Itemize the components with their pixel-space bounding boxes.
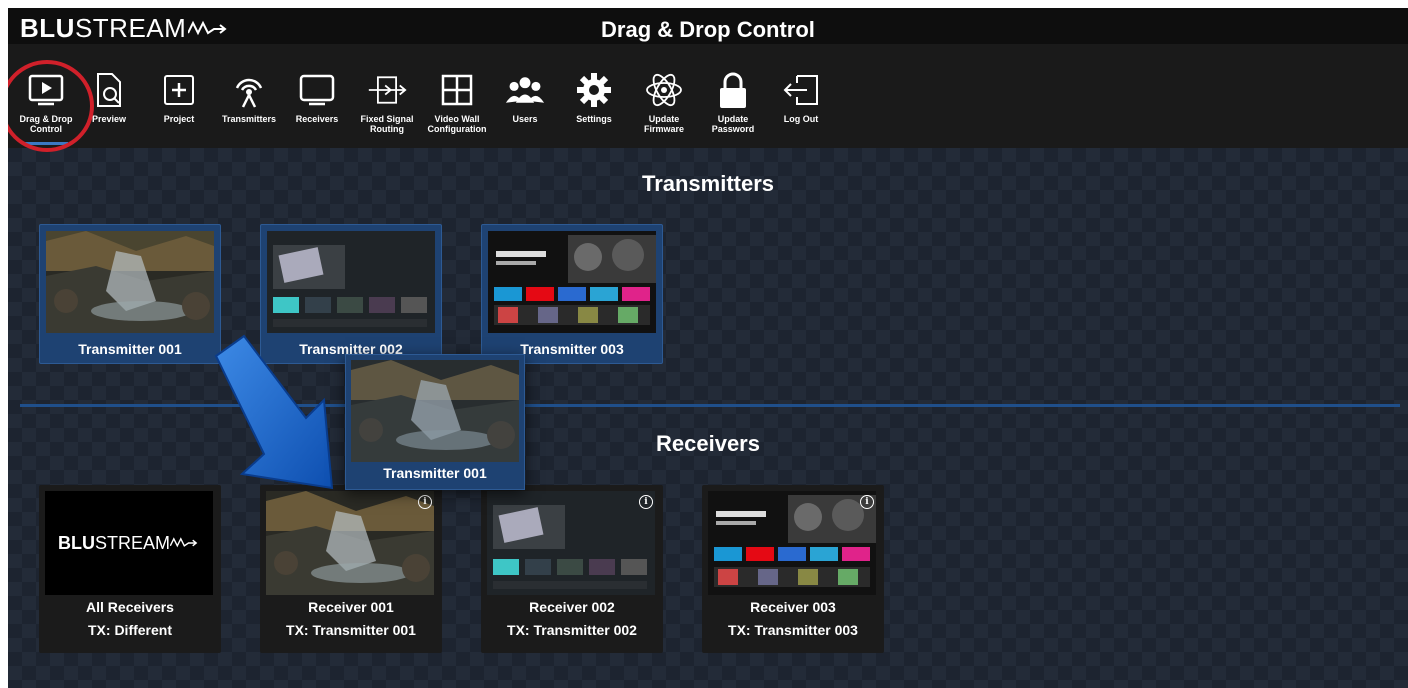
tv-menu-thumbnail [487,491,655,595]
waterfall-thumbnail [46,231,214,333]
document-search-icon [89,70,129,110]
info-icon[interactable]: i [639,495,653,509]
page-title: Drag & Drop Control [601,17,815,42]
streaming-home-thumbnail [488,231,656,333]
receiver-source: TX: Transmitter 001 [286,622,416,638]
tool-log-out[interactable]: Log Out [766,70,836,148]
play-screen-icon [26,70,66,110]
grid-icon [437,70,477,110]
tool-settings[interactable]: Settings [559,70,629,148]
users-icon [505,70,545,110]
receiver-card[interactable]: i Receiver 003 TX: Transmitter 003 [702,485,884,653]
tool-label: Settings [576,114,612,124]
tool-label: Receivers [295,114,339,124]
transmitter-card[interactable]: Transmitter 003 [481,224,663,364]
tool-label: Fixed Signal Routing [360,114,414,134]
tool-transmitters[interactable]: Transmitters [214,70,284,148]
receiver-name: All Receivers [86,599,174,615]
receivers-heading: Receivers [656,431,760,456]
title-bar: BLU STREAM Drag & Drop Control [8,8,1408,44]
atom-icon [644,70,684,110]
transmitters-heading: Transmitters [641,171,775,196]
receiver-card-all[interactable]: BLU STREAM All Receivers TX: Different [39,485,221,653]
tool-drag-drop-control[interactable]: Drag & Drop Control [11,70,81,148]
receiver-source: TX: Transmitter 003 [728,622,858,638]
transmitter-name: Transmitter 001 [78,341,182,357]
receiver-card[interactable]: i Receiver 002 TX: Transmitter 002 [481,485,663,653]
tool-preview[interactable]: Preview [74,70,144,148]
section-divider [20,404,1400,407]
tool-receivers[interactable]: Receivers [282,70,352,148]
transmitter-card[interactable]: Transmitter 001 [39,224,221,364]
waterfall-thumbnail [266,491,434,595]
logout-icon [781,70,821,110]
info-icon[interactable]: i [418,495,432,509]
transmitter-card[interactable]: Transmitter 002 [260,224,442,364]
brand-light: STREAM [94,532,170,553]
gear-icon [574,70,614,110]
dragging-transmitter-name: Transmitter 001 [383,465,487,481]
tool-label: Project [163,114,195,124]
tool-label: Video Wall Configuration [427,114,487,134]
lock-icon [713,70,753,110]
active-tool-indicator [24,142,68,145]
tool-label: Update Firmware [643,114,685,134]
receiver-name: Receiver 002 [529,599,615,615]
dragging-transmitter-card[interactable]: Transmitter 001 [345,354,525,490]
receiver-source: TX: Different [88,622,172,638]
tool-label: Update Password [711,114,755,134]
tool-fixed-signal-routing[interactable]: Fixed Signal Routing [352,70,422,148]
tv-menu-thumbnail [267,231,435,333]
tool-label: Drag & Drop Control [19,114,73,134]
tool-label: Preview [91,114,127,124]
tool-label: Users [512,114,538,124]
info-icon[interactable]: i [860,495,874,509]
receiver-source: TX: Transmitter 002 [507,622,637,638]
tool-project[interactable]: Project [144,70,214,148]
tool-label: Transmitters [221,114,277,124]
tool-label: Log Out [783,114,819,124]
plus-box-icon [159,70,199,110]
waterfall-thumbnail [351,360,519,462]
tool-users[interactable]: Users [490,70,560,148]
brand-wave-icon [170,537,198,548]
blustream-logo-thumbnail: BLU STREAM [45,491,213,595]
brand-bold: BLU [57,532,95,553]
receiver-name: Receiver 001 [308,599,394,615]
broadcast-antenna-icon [229,70,269,110]
monitor-icon [297,70,337,110]
tool-video-wall-configuration[interactable]: Video Wall Configuration [422,70,492,148]
routing-arrow-icon [367,70,407,110]
streaming-home-thumbnail [708,491,876,595]
receiver-name: Receiver 003 [750,599,836,615]
tool-update-firmware[interactable]: Update Firmware [629,70,699,148]
receiver-card[interactable]: i Receiver 001 TX: Transmitter 001 [260,485,442,653]
app-window: BLU STREAM Drag & Drop Control Drag & Dro… [8,8,1408,688]
tool-update-password[interactable]: Update Password [698,70,768,148]
main-toolbar: Drag & Drop Control Preview Project Tran… [8,44,1408,152]
